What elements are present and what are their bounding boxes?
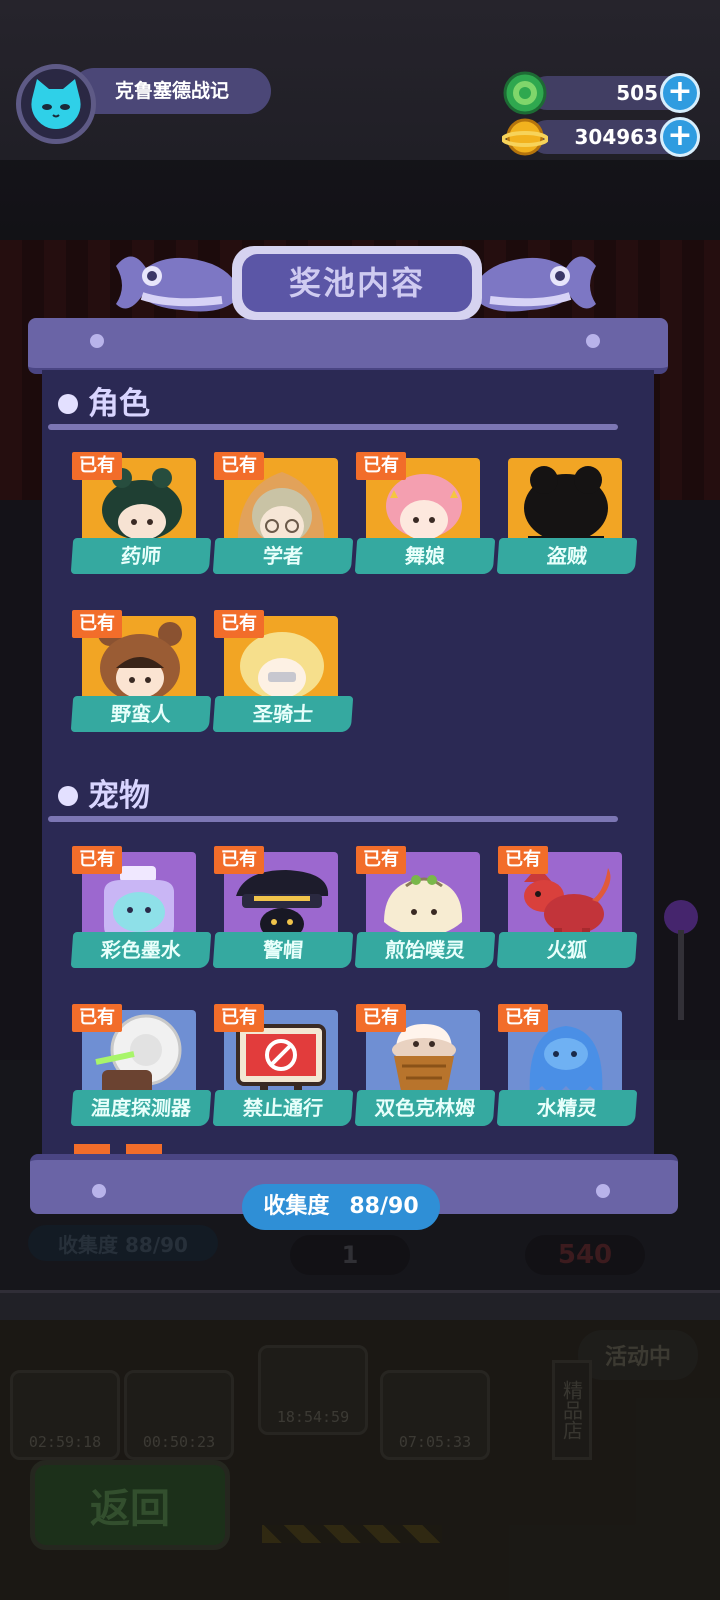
- gem-currency-value: 505: [616, 81, 658, 105]
- pool-item-card[interactable]: 双色克林姆 已有: [354, 1004, 496, 1130]
- pool-item-card[interactable]: 水精灵 已有: [496, 1004, 638, 1130]
- card-label: 学者: [212, 538, 354, 574]
- add-gold-button[interactable]: +: [660, 117, 700, 157]
- green-gem-coin-icon: [503, 71, 547, 115]
- card-label: 火狐: [496, 932, 638, 968]
- collection-label: 收集度: [263, 1194, 330, 1219]
- fish-left-decoration-icon: [116, 256, 239, 312]
- card-label: 双色克林姆: [354, 1090, 496, 1126]
- card-label: 温度探测器: [70, 1090, 212, 1126]
- owned-badge: 已有: [356, 846, 406, 874]
- panel-title-inner: 奖池内容: [242, 254, 472, 312]
- collection-progress-badge: 收集度 88/90: [242, 1184, 440, 1230]
- scroll-pin: [90, 334, 104, 348]
- gold-planet-coin-icon: [502, 118, 548, 156]
- section-bullet-icon: [58, 394, 78, 414]
- player-name-bar: 克鲁塞德战记: [71, 68, 271, 114]
- owned-badge: 已有: [72, 846, 122, 874]
- card-label: 警帽: [212, 932, 354, 968]
- pool-item-card[interactable]: 野蛮人 已有: [70, 610, 212, 736]
- section-divider: [48, 816, 618, 822]
- pool-item-card[interactable]: 温度探测器 已有: [70, 1004, 212, 1130]
- owned-badge: 已有: [72, 452, 122, 480]
- owned-badge: 已有: [214, 610, 264, 638]
- card-label: 药师: [70, 538, 212, 574]
- pool-item-card[interactable]: 舞娘 已有: [354, 452, 496, 578]
- gold-currency-value: 304963: [574, 125, 659, 149]
- owned-badge: 已有: [356, 1004, 406, 1032]
- pool-item-card[interactable]: 彩色墨水 已有: [70, 846, 212, 972]
- cat-face-icon: [31, 79, 81, 129]
- card-label: 圣骑士: [212, 696, 354, 732]
- section-title: 宠物: [88, 778, 150, 814]
- collection-value: 88/90: [349, 1194, 419, 1219]
- card-label: 野蛮人: [70, 696, 212, 732]
- pool-item-card[interactable]: 学者 已有: [212, 452, 354, 578]
- prize-pool-panel[interactable]: 角色 药师 已有 学者 已有 舞娘 已有 盗贼 野蛮人 已有 圣骑士 已有 宠物…: [42, 370, 654, 1156]
- panel-title-plate: 奖池内容: [232, 246, 482, 320]
- pool-item-card[interactable]: 警帽 已有: [212, 846, 354, 972]
- card-label: 舞娘: [354, 538, 496, 574]
- owned-badge: 已有: [72, 1004, 122, 1032]
- card-label: 水精灵: [496, 1090, 638, 1126]
- pool-item-card[interactable]: 盗贼: [496, 452, 638, 578]
- player-name: 克鲁塞德战记: [115, 80, 230, 102]
- pool-item-card[interactable]: 圣骑士 已有: [212, 610, 354, 736]
- pool-item-card[interactable]: 火狐 已有: [496, 846, 638, 972]
- section-bullet-icon: [58, 786, 78, 806]
- scroll-pin: [586, 334, 600, 348]
- owned-badge: 已有: [214, 452, 264, 480]
- panel-title: 奖池内容: [288, 264, 425, 302]
- add-gems-button[interactable]: +: [660, 73, 700, 113]
- section-title: 角色: [88, 386, 150, 422]
- owned-badge: 已有: [498, 1004, 548, 1032]
- fish-right-decoration-icon: [473, 256, 596, 312]
- owned-badge: 已有: [214, 1004, 264, 1032]
- owned-badge: 已有: [356, 452, 406, 480]
- pool-item-card[interactable]: 药师 已有: [70, 452, 212, 578]
- pool-item-card[interactable]: 煎饴噗灵 已有: [354, 846, 496, 972]
- card-label: 盗贼: [496, 538, 638, 574]
- owned-badge: 已有: [498, 846, 548, 874]
- card-label: 彩色墨水: [70, 932, 212, 968]
- card-label: 禁止通行: [212, 1090, 354, 1126]
- player-avatar[interactable]: [16, 64, 96, 144]
- section-divider: [48, 424, 618, 430]
- scroll-pin: [596, 1184, 610, 1198]
- owned-badge: 已有: [72, 610, 122, 638]
- scroll-top-rod: [28, 318, 668, 374]
- card-label: 煎饴噗灵: [354, 932, 496, 968]
- pool-item-card[interactable]: 禁止通行 已有: [212, 1004, 354, 1130]
- scroll-pin: [92, 1184, 106, 1198]
- owned-badge: 已有: [214, 846, 264, 874]
